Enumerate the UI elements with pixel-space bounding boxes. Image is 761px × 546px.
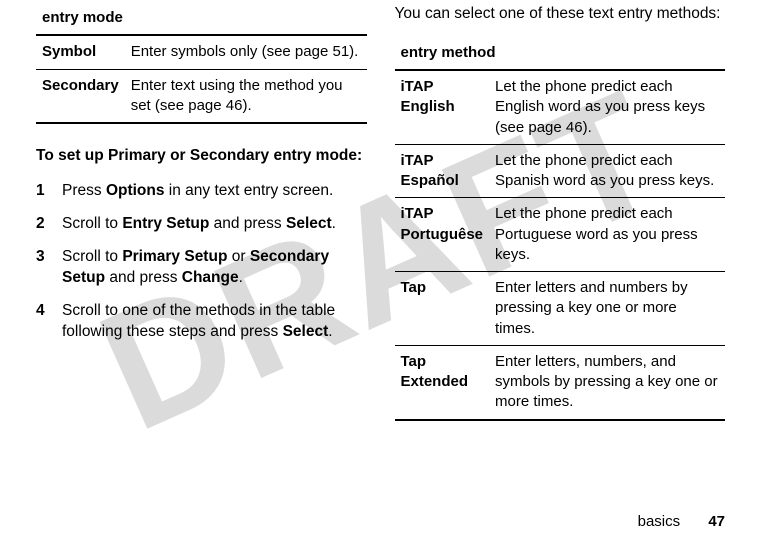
table-row: Secondary Enter text using the method yo… [36,69,367,123]
entry-method-desc: Enter letters, numbers, and symbols by p… [489,345,725,419]
entry-method-desc: Let the phone predict each Spanish word … [489,144,725,198]
entry-method-desc: Let the phone predict each Portuguese wo… [489,198,725,272]
entry-method-name: Tap Extended [395,345,490,419]
step-key: Entry Setup [122,215,209,232]
step-text: and press [209,215,286,232]
list-item: Scroll to Primary Setup or Secondary Set… [36,247,367,289]
methods-intro: You can select one of these text entry m… [395,4,726,25]
step-text: . [332,215,336,232]
list-item: Scroll to one of the methods in the tabl… [36,301,367,343]
entry-method-name: iTAP Portuguêse [395,198,490,272]
table-row: iTAP Portuguêse Let the phone predict ea… [395,198,726,272]
entry-method-header: entry method [395,39,726,70]
step-key: Change [182,269,239,286]
entry-mode-desc: Enter symbols only (see page 51). [125,35,367,69]
step-text: Press [62,182,106,199]
table-row: iTAP English Let the phone predict each … [395,70,726,144]
page-content: entry mode Symbol Enter symbols only (se… [0,0,761,421]
entry-method-name: iTAP English [395,70,490,144]
entry-method-desc: Let the phone predict each English word … [489,70,725,144]
right-column: You can select one of these text entry m… [395,4,726,421]
step-text: Scroll to [62,215,122,232]
step-text: . [239,269,243,286]
table-row: Symbol Enter symbols only (see page 51). [36,35,367,69]
table-row: Tap Enter letters and numbers by pressin… [395,272,726,346]
step-key: Select [286,215,332,232]
entry-method-table: entry method iTAP English Let the phone … [395,39,726,421]
list-item: Press Options in any text entry screen. [36,181,367,202]
table-row: Tap Extended Enter letters, numbers, and… [395,345,726,419]
entry-method-desc: Enter letters and numbers by pressing a … [489,272,725,346]
entry-mode-header: entry mode [36,4,367,35]
entry-mode-name: Symbol [36,35,125,69]
step-text: . [328,323,332,340]
step-text: in any text entry screen. [165,182,334,199]
entry-mode-desc: Enter text using the method you set (see… [125,69,367,123]
step-key: Select [283,323,329,340]
left-column: entry mode Symbol Enter symbols only (se… [36,4,367,421]
list-item: Scroll to Entry Setup and press Select. [36,214,367,235]
step-text: and press [105,269,182,286]
entry-method-name: Tap [395,272,490,346]
footer-page-number: 47 [708,513,725,530]
setup-lead: To set up Primary or Secondary entry mod… [36,146,367,167]
table-row: iTAP Español Let the phone predict each … [395,144,726,198]
entry-method-name: iTAP Español [395,144,490,198]
page-footer: basics 47 [638,513,725,530]
step-text: or [227,248,249,265]
entry-mode-table: entry mode Symbol Enter symbols only (se… [36,4,367,124]
step-key: Options [106,182,165,199]
entry-mode-name: Secondary [36,69,125,123]
step-text: Scroll to [62,248,122,265]
setup-steps: Press Options in any text entry screen. … [36,181,367,343]
footer-section: basics [638,513,681,530]
step-key: Primary Setup [122,248,227,265]
